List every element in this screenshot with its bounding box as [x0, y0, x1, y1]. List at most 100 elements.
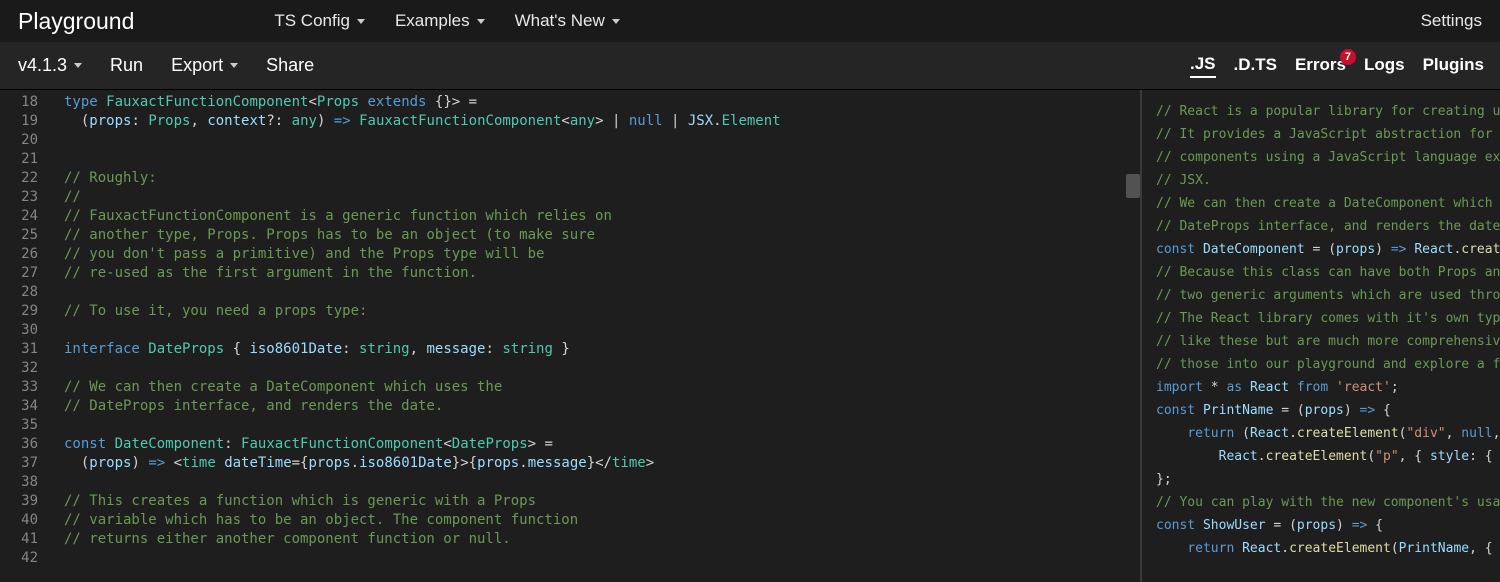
- code-line: [64, 150, 1140, 169]
- chevron-down-icon: [357, 19, 365, 24]
- code-line: [64, 549, 1140, 568]
- line-number: 19: [0, 112, 38, 131]
- line-number: 27: [0, 264, 38, 283]
- code-line: React.createElement("p", { style: { fon: [1156, 445, 1500, 468]
- editor-code[interactable]: type FauxactFunctionComponent<Props exte…: [48, 90, 1140, 568]
- code-line: [64, 283, 1140, 302]
- line-number: 32: [0, 359, 38, 378]
- line-number: 38: [0, 473, 38, 492]
- output-panel: .JS .D.TS Errors 7 Logs Plugins // React…: [1142, 90, 1500, 582]
- chevron-down-icon: [612, 19, 620, 24]
- line-number: 41: [0, 530, 38, 549]
- line-number: 31: [0, 340, 38, 359]
- line-number: 24: [0, 207, 38, 226]
- code-line: return React.createElement(PrintName, { …: [1156, 537, 1500, 560]
- tab-plugins[interactable]: Plugins: [1423, 55, 1484, 77]
- code-line: [64, 473, 1140, 492]
- line-number: 28: [0, 283, 38, 302]
- code-line: interface DateProps { iso8601Date: strin…: [64, 340, 1140, 359]
- code-line: // To use it, you need a props type:: [64, 302, 1140, 321]
- chevron-down-icon: [74, 63, 82, 68]
- code-line: const DateComponent: FauxactFunctionComp…: [64, 435, 1140, 454]
- run-button[interactable]: Run: [110, 55, 143, 76]
- code-line: // This creates a function which is gene…: [64, 492, 1140, 511]
- code-line: // another type, Props. Props has to be …: [64, 226, 1140, 245]
- code-line: import * as React from 'react';: [1156, 376, 1500, 399]
- version-label: v4.1.3: [18, 55, 67, 76]
- code-line: return (React.createElement("div", null,: [1156, 422, 1500, 445]
- code-line: [64, 131, 1140, 150]
- code-line: // DateProps interface, and renders the …: [64, 397, 1140, 416]
- line-number: 33: [0, 378, 38, 397]
- code-line: [64, 359, 1140, 378]
- code-line: (props) => <time dateTime={props.iso8601…: [64, 454, 1140, 473]
- panels: 1819202122232425262728293031323334353637…: [0, 90, 1500, 582]
- line-number: 26: [0, 245, 38, 264]
- code-line: // like these but are much more comprehe…: [1156, 330, 1500, 353]
- code-line: // DateProps interface, and renders the …: [1156, 215, 1500, 238]
- top-nav-left: Playground TS Config Examples What's New: [18, 8, 620, 35]
- tab-dts[interactable]: .D.TS: [1234, 55, 1277, 77]
- export-label: Export: [171, 55, 223, 76]
- line-number: 36: [0, 435, 38, 454]
- line-number: 25: [0, 226, 38, 245]
- chevron-down-icon: [230, 63, 238, 68]
- code-line: // those into our playground and explore…: [1156, 353, 1500, 376]
- sub-nav-left: v4.1.3 Run Export Share: [18, 55, 314, 76]
- line-number: 42: [0, 549, 38, 568]
- top-nav: Playground TS Config Examples What's New…: [0, 0, 1500, 42]
- tab-logs[interactable]: Logs: [1364, 55, 1405, 77]
- tab-js[interactable]: .JS: [1190, 54, 1216, 78]
- code-line: // We can then create a DateComponent wh…: [64, 378, 1140, 397]
- line-number: 29: [0, 302, 38, 321]
- line-number: 39: [0, 492, 38, 511]
- output-code[interactable]: // React is a popular library for creati…: [1142, 90, 1500, 582]
- nav-whatsnew[interactable]: What's New: [515, 11, 620, 31]
- code-line: // components using a JavaScript languag…: [1156, 146, 1500, 169]
- code-line: const PrintName = (props) => {: [1156, 399, 1500, 422]
- output-tabs: .JS .D.TS Errors 7 Logs Plugins: [1142, 42, 1500, 90]
- code-line: type FauxactFunctionComponent<Props exte…: [64, 93, 1140, 112]
- share-button[interactable]: Share: [266, 55, 314, 76]
- code-line: const DateComponent = (props) => React.c…: [1156, 238, 1500, 261]
- tab-errors[interactable]: Errors 7: [1295, 55, 1346, 77]
- code-line: // two generic arguments which are used …: [1156, 284, 1500, 307]
- code-line: // JSX.: [1156, 169, 1500, 192]
- code-line: // React is a popular library for creati…: [1156, 100, 1500, 123]
- line-number: 20: [0, 131, 38, 150]
- code-line: // You can play with the new component's…: [1156, 491, 1500, 514]
- line-number: 18: [0, 93, 38, 112]
- code-line: // you don't pass a primitive) and the P…: [64, 245, 1140, 264]
- code-line: // We can then create a DateComponent wh…: [1156, 192, 1500, 215]
- code-line: // re-used as the first argument in the …: [64, 264, 1140, 283]
- code-line: //: [64, 188, 1140, 207]
- line-number: 30: [0, 321, 38, 340]
- line-number: 34: [0, 397, 38, 416]
- nav-examples-label: Examples: [395, 11, 470, 31]
- line-number: 23: [0, 188, 38, 207]
- export-button[interactable]: Export: [171, 55, 238, 76]
- editor-gutter: 1819202122232425262728293031323334353637…: [0, 90, 48, 568]
- code-line: // returns either another component func…: [64, 530, 1140, 549]
- nav-whatsnew-label: What's New: [515, 11, 605, 31]
- code-line: // The React library comes with it's own…: [1156, 307, 1500, 330]
- code-line: // variable which has to be an object. T…: [64, 511, 1140, 530]
- nav-examples[interactable]: Examples: [395, 11, 485, 31]
- code-line: [64, 321, 1140, 340]
- line-number: 40: [0, 511, 38, 530]
- code-line: (props: Props, context?: any) => Fauxact…: [64, 112, 1140, 131]
- nav-settings[interactable]: Settings: [1421, 11, 1482, 31]
- code-line: };: [1156, 468, 1500, 491]
- editor-panel[interactable]: 1819202122232425262728293031323334353637…: [0, 90, 1142, 582]
- code-line: // It provides a JavaScript abstraction …: [1156, 123, 1500, 146]
- scrollbar-thumb[interactable]: [1126, 174, 1140, 198]
- line-number: 35: [0, 416, 38, 435]
- tab-errors-label: Errors: [1295, 55, 1346, 74]
- version-selector[interactable]: v4.1.3: [18, 55, 82, 76]
- nav-tsconfig[interactable]: TS Config: [274, 11, 365, 31]
- line-number: 21: [0, 150, 38, 169]
- line-number: 22: [0, 169, 38, 188]
- nav-tsconfig-label: TS Config: [274, 11, 350, 31]
- errors-count-badge: 7: [1340, 49, 1356, 65]
- code-line: // Roughly:: [64, 169, 1140, 188]
